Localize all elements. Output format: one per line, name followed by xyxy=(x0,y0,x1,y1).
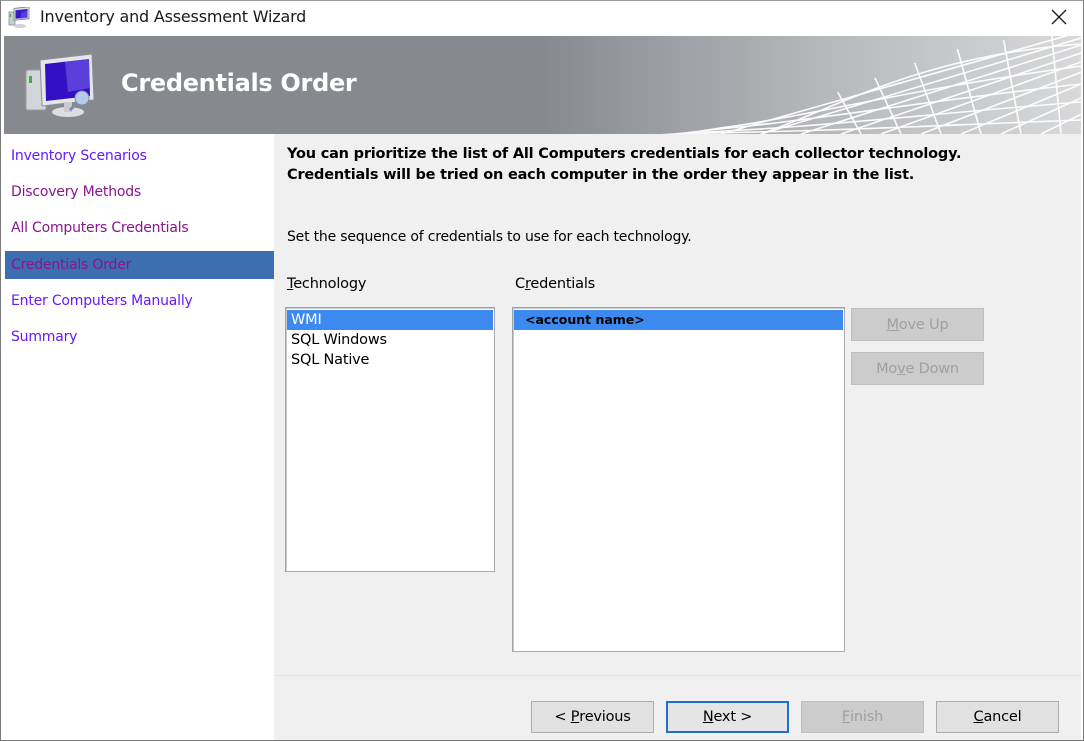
move-down-mnemonic: v xyxy=(897,360,906,377)
previous-mnemonic: P xyxy=(570,709,580,725)
move-down-pre: Mo xyxy=(876,360,898,377)
technology-label: Technology xyxy=(287,276,366,292)
sidebar-item-all-computers-credentials[interactable]: All Computers Credentials xyxy=(5,214,274,242)
sidebar-item-enter-computers-manually[interactable]: Enter Computers Manually xyxy=(5,287,274,315)
mesh-graphic xyxy=(661,36,1081,134)
credentials-label-pre: C xyxy=(515,276,525,292)
move-up-button[interactable]: Move Up xyxy=(851,308,984,341)
cancel-mnemonic: C xyxy=(973,709,984,725)
monitor-computer-icon xyxy=(20,52,100,118)
wizard-window: Inventory and Assessment Wizard Credenti… xyxy=(0,0,1084,741)
previous-button[interactable]: < Previous xyxy=(531,701,654,733)
technology-item-sql-windows[interactable]: SQL Windows xyxy=(287,330,493,350)
close-button[interactable] xyxy=(1039,1,1079,33)
credentials-label-text: edentials xyxy=(530,276,596,292)
computer-icon xyxy=(8,6,32,29)
finish-mnemonic: F xyxy=(841,709,851,725)
content-panel: You can prioritize the list of All Compu… xyxy=(274,134,1081,740)
title-bar: Inventory and Assessment Wizard xyxy=(1,1,1083,35)
page-title: Credentials Order xyxy=(121,69,357,97)
finish-button[interactable]: Finish xyxy=(801,701,924,733)
technology-label-text: echnology xyxy=(293,276,367,292)
sidebar-item-credentials-order[interactable]: Credentials Order xyxy=(5,251,274,279)
move-up-text: ove Up xyxy=(898,316,949,333)
move-down-button[interactable]: Mo v e Down xyxy=(851,352,984,385)
window-title: Inventory and Assessment Wizard xyxy=(40,7,307,26)
move-up-mnemonic: M xyxy=(886,316,900,333)
credential-item[interactable]: <account name> xyxy=(514,310,843,330)
footer-separator xyxy=(276,675,1081,676)
previous-text: revious xyxy=(579,709,631,725)
instruction-text: Set the sequence of credentials to use f… xyxy=(287,229,692,245)
intro-text: You can prioritize the list of All Compu… xyxy=(287,146,962,183)
credentials-label: Credentials xyxy=(515,276,595,292)
wizard-steps-sidebar: Inventory Scenarios Discovery Methods Al… xyxy=(4,134,274,740)
sidebar-item-discovery-methods[interactable]: Discovery Methods xyxy=(5,178,274,206)
sidebar-item-summary[interactable]: Summary xyxy=(5,323,274,351)
cancel-text: ancel xyxy=(983,709,1022,725)
previous-pre: < xyxy=(554,709,571,725)
next-mnemonic: N xyxy=(702,709,714,725)
move-down-text: e Down xyxy=(905,360,959,377)
header-banner: Credentials Order xyxy=(4,36,1081,134)
technology-item-wmi[interactable]: WMI xyxy=(287,310,493,330)
credentials-listbox[interactable]: <account name> xyxy=(512,307,845,652)
next-text: ext > xyxy=(713,709,753,725)
close-icon xyxy=(1051,9,1067,25)
cancel-button[interactable]: Cancel xyxy=(936,701,1059,733)
finish-text: inish xyxy=(850,709,884,725)
technology-listbox[interactable]: WMI SQL Windows SQL Native xyxy=(285,307,495,572)
sidebar-item-inventory-scenarios[interactable]: Inventory Scenarios xyxy=(5,142,274,170)
technology-item-sql-native[interactable]: SQL Native xyxy=(287,350,493,370)
next-button[interactable]: Next > xyxy=(666,701,789,733)
